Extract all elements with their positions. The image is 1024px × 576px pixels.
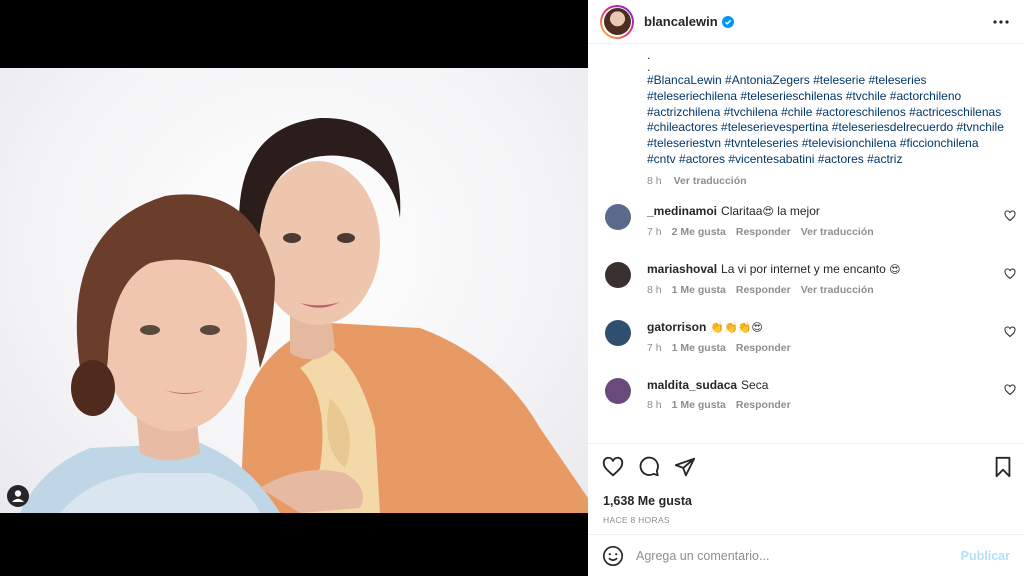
photo-illustration <box>20 117 588 513</box>
comment-likes-count[interactable]: 1 Me gusta <box>672 284 726 296</box>
comment-like-heart-icon[interactable] <box>1004 326 1016 338</box>
author-username[interactable]: blancalewin <box>644 14 718 29</box>
comment-meta: 7 h 2 Me gusta Responder Ver traducción <box>647 226 1008 238</box>
commenter-avatar[interactable] <box>605 319 631 346</box>
commenter-username[interactable]: gatorrison <box>647 320 706 334</box>
commenter-username[interactable]: _medinamoi <box>647 204 717 218</box>
post-photo[interactable] <box>0 68 588 513</box>
media-panel <box>0 0 588 576</box>
comment-meta: 7 h 1 Me gusta Responder <box>647 342 1008 354</box>
action-bar <box>588 444 1024 490</box>
reply-button[interactable]: Responder <box>736 226 791 238</box>
comment-emoji: 😍 <box>889 262 901 276</box>
comment-bubble-icon[interactable] <box>638 456 660 478</box>
commenter-username[interactable]: mariashoval <box>647 262 717 276</box>
comment-likes-count[interactable]: 2 Me gusta <box>672 226 726 238</box>
author-avatar[interactable] <box>600 4 634 39</box>
comment-like-heart-icon[interactable] <box>1004 210 1016 222</box>
like-heart-icon[interactable] <box>602 456 624 478</box>
comment-like-heart-icon[interactable] <box>1004 384 1016 396</box>
comment-text: maldita_sudaca Seca <box>647 377 1008 393</box>
comment-body: Claritaa <box>721 203 763 218</box>
caption-meta: 8 h Ver traducción <box>647 174 1008 190</box>
comment-likes-count[interactable]: 1 Me gusta <box>672 342 726 354</box>
see-translation-link[interactable]: Ver traducción <box>801 284 874 296</box>
commenter-username[interactable]: maldita_sudaca <box>647 378 737 392</box>
comment-meta: 8 h 1 Me gusta Responder Ver traducción <box>647 284 1008 296</box>
caption-hashtags[interactable]: #BlancaLewin #AntoniaZegers #teleserie #… <box>647 73 1008 168</box>
commenter-avatar[interactable] <box>605 261 631 288</box>
comment-item: gatorrison 👏👏👏😍 7 h 1 Me gusta Responder <box>588 319 1024 364</box>
comment-time: 8 h <box>647 398 662 411</box>
caption-dot-line: . <box>647 60 651 74</box>
caption-dot-line: . <box>647 48 651 62</box>
reply-button[interactable]: Responder <box>736 342 791 354</box>
comment-body: La vi por internet y me encanto <box>721 261 890 276</box>
comment-item: maldita_sudaca Seca 8 h 1 Me gusta Respon… <box>588 377 1024 422</box>
avatar-border <box>602 6 632 37</box>
instagram-post-window: blancalewin . . #BlancaLewin #AntoniaZeg… <box>0 0 1024 576</box>
comment-text: _medinamoi Claritaa😍 la mejor <box>647 203 1008 220</box>
comment-like-heart-icon[interactable] <box>1004 268 1016 280</box>
likes-count[interactable]: 1,638 Me gusta <box>588 494 1024 508</box>
verified-badge-icon <box>721 15 734 28</box>
tagged-user-icon[interactable] <box>7 485 29 507</box>
person-icon <box>12 490 24 502</box>
comment-time: 7 h <box>647 341 662 354</box>
save-bookmark-icon[interactable] <box>992 456 1014 478</box>
post-header: blancalewin <box>588 0 1024 44</box>
comment-text: gatorrison 👏👏👏😍 <box>647 319 1008 336</box>
add-comment-bar: Publicar <box>588 534 1024 576</box>
reply-button[interactable]: Responder <box>736 284 791 296</box>
comment-emoji: 😍 <box>762 204 774 218</box>
comment-input[interactable] <box>636 548 961 563</box>
comment-likes-count[interactable]: 1 Me gusta <box>672 399 726 411</box>
post-details-panel: blancalewin . . #BlancaLewin #AntoniaZeg… <box>588 0 1024 576</box>
publish-button[interactable]: Publicar <box>961 549 1010 563</box>
comments-scroll-area[interactable]: . . #BlancaLewin #AntoniaZegers #teleser… <box>588 45 1024 443</box>
comment-meta: 8 h 1 Me gusta Responder <box>647 399 1008 411</box>
more-options-icon[interactable] <box>992 13 1010 31</box>
comment-body: Seca <box>741 377 769 392</box>
reply-button[interactable]: Responder <box>736 399 791 411</box>
avatar-image <box>603 8 631 35</box>
comment-item: _medinamoi Claritaa😍 la mejor 7 h 2 Me gu… <box>588 203 1024 248</box>
see-translation-link[interactable]: Ver traducción <box>801 226 874 238</box>
post-caption: . . #BlancaLewin #AntoniaZegers #teleser… <box>588 45 1024 190</box>
caption-time: 8 h <box>647 174 662 187</box>
commenter-avatar[interactable] <box>605 203 631 230</box>
comment-item: mariashoval La vi por internet y me encan… <box>588 261 1024 306</box>
comment-time: 8 h <box>647 283 662 296</box>
comment-text: mariashoval La vi por internet y me encan… <box>647 261 1008 278</box>
comment-time: 7 h <box>647 225 662 238</box>
post-actions-section: 1,638 Me gusta HACE 8 HORAS Publicar <box>588 443 1024 576</box>
post-timestamp[interactable]: HACE 8 HORAS <box>588 515 1024 525</box>
commenter-avatar[interactable] <box>605 377 631 404</box>
share-paper-plane-icon[interactable] <box>674 456 696 478</box>
comment-emoji: 👏👏👏😍 <box>710 320 763 334</box>
comment-body-continued: la mejor <box>773 203 820 218</box>
emoji-smiley-icon[interactable] <box>602 545 624 567</box>
see-translation-link[interactable]: Ver traducción <box>674 174 747 190</box>
